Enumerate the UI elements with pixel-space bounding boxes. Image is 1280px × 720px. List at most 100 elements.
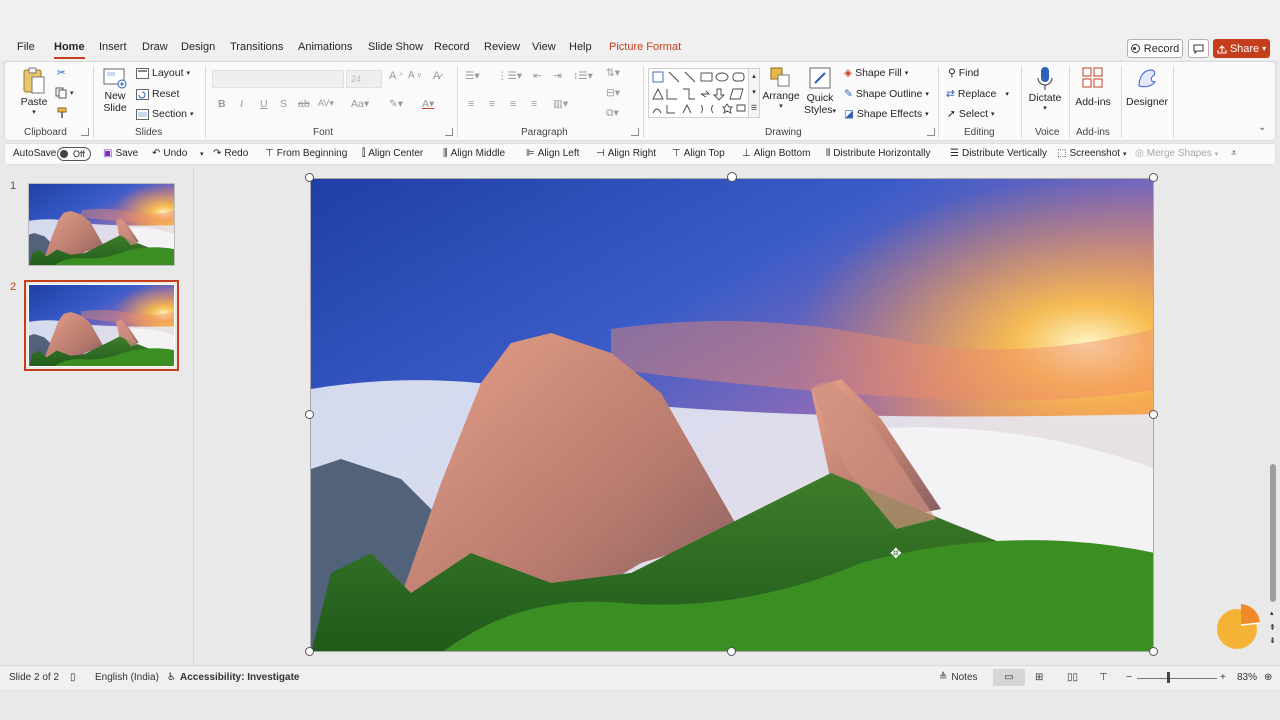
resize-handle-left[interactable] <box>305 410 314 419</box>
bold-button[interactable]: B <box>218 98 226 110</box>
arrange-button[interactable]: Arrange ▾ <box>762 66 800 110</box>
italic-button[interactable]: I <box>240 98 243 110</box>
format-painter-button[interactable] <box>56 107 68 119</box>
numbering-icon[interactable]: ⋮☰▾ <box>497 70 522 82</box>
accessibility-button[interactable]: ♿ Accessibility: Investigate <box>167 672 299 683</box>
copy-button[interactable]: ▾ <box>55 87 74 99</box>
highlight-icon[interactable]: ✎▾ <box>389 98 403 110</box>
fit-slide-icon[interactable]: ⊕ <box>1264 672 1272 683</box>
spelling-icon[interactable]: ▯ <box>70 672 76 683</box>
zoom-slider-thumb[interactable] <box>1167 672 1170 683</box>
slideshow-view-button[interactable]: ⊤ <box>1099 672 1108 683</box>
increase-indent-icon[interactable]: ⇥ <box>553 70 562 82</box>
zoom-out-button[interactable]: − <box>1126 672 1132 683</box>
tab-file[interactable]: File <box>17 41 35 53</box>
tab-review[interactable]: Review <box>484 41 520 53</box>
tab-home[interactable]: Home <box>54 41 85 59</box>
resize-handle-top-left[interactable] <box>305 173 314 182</box>
redo-button[interactable]: ↷ Redo <box>213 148 248 159</box>
scrollbar-thumb[interactable] <box>1270 464 1276 602</box>
resize-handle-bottom-right[interactable] <box>1149 647 1158 656</box>
font-size-combo[interactable]: 24 <box>346 70 382 88</box>
align-top-button[interactable]: ⊤ Align Top <box>672 148 725 159</box>
from-beginning-button[interactable]: ⊤ From Beginning <box>265 148 347 159</box>
normal-view-button[interactable]: ▭ <box>993 669 1025 686</box>
layout-button[interactable]: Layout ▾ <box>136 67 190 79</box>
tab-help[interactable]: Help <box>569 41 592 53</box>
underline-button[interactable]: U <box>260 98 268 110</box>
font-family-combo[interactable] <box>212 70 344 88</box>
decrease-indent-icon[interactable]: ⇤ <box>533 70 542 82</box>
align-center-button[interactable]: ⫿ Align Center <box>362 148 423 159</box>
zoom-level[interactable]: 83% <box>1237 672 1257 683</box>
slide-sorter-button[interactable]: ⊞ <box>1035 672 1043 683</box>
designer-button[interactable]: Designer <box>1125 66 1169 108</box>
line-spacing-icon[interactable]: ↕☰▾ <box>573 70 593 82</box>
section-button[interactable]: Section ▾ <box>136 108 194 120</box>
tab-design[interactable]: Design <box>181 41 215 53</box>
add-ins-button[interactable]: Add-ins <box>1072 66 1114 108</box>
char-spacing-button[interactable]: AV▾ <box>318 98 334 109</box>
tab-slide-show[interactable]: Slide Show <box>368 41 423 53</box>
distribute-vertically-button[interactable]: ☰ Distribute Vertically <box>950 148 1047 159</box>
font-color-button[interactable]: A▾ <box>422 98 434 110</box>
undo-dropdown[interactable]: ▾ <box>200 150 204 158</box>
tab-record[interactable]: Record <box>434 41 469 53</box>
collapse-ribbon-icon[interactable]: ⌄ <box>1258 122 1266 133</box>
next-slide-icon[interactable]: ⇟ <box>1269 636 1276 645</box>
tab-draw[interactable]: Draw <box>142 41 168 53</box>
undo-button[interactable]: ↶ Undo <box>152 148 187 159</box>
clipboard-launcher[interactable] <box>81 128 89 136</box>
bullets-icon[interactable]: ☰▾ <box>465 70 480 82</box>
dictate-button[interactable]: Dictate ▾ <box>1026 66 1064 112</box>
change-case-button[interactable]: Aa▾ <box>351 98 369 110</box>
clear-formatting-icon[interactable]: A̷ <box>433 70 440 82</box>
scroll-up-icon[interactable]: ▴ <box>1270 609 1274 617</box>
autosave-toggle[interactable]: Off <box>57 147 91 161</box>
drawing-launcher[interactable] <box>927 128 935 136</box>
customize-qat-icon[interactable]: ⩡ <box>1231 148 1237 159</box>
smartart-icon[interactable]: ⧉▾ <box>606 107 619 120</box>
text-direction-icon[interactable]: ⇅▾ <box>606 67 620 79</box>
zoom-in-button[interactable]: + <box>1220 672 1226 683</box>
align-right-button[interactable]: ⊣ Align Right <box>596 148 656 159</box>
previous-slide-icon[interactable]: ⇞ <box>1269 623 1276 632</box>
comments-button[interactable] <box>1188 39 1209 58</box>
rotate-handle[interactable] <box>727 172 737 182</box>
shape-fill-button[interactable]: ◈ Shape Fill ▾ <box>844 67 908 79</box>
shapes-gallery-scroll[interactable]: ▴ ▾ ☰ <box>748 68 760 118</box>
paragraph-launcher[interactable] <box>631 128 639 136</box>
share-button[interactable]: Share ▾ <box>1213 39 1270 58</box>
notes-button[interactable]: ≜ Notes <box>939 672 978 683</box>
justify-icon[interactable]: ≡ <box>531 98 537 110</box>
shape-effects-button[interactable]: ◪ Shape Effects ▾ <box>844 108 929 120</box>
slide-thumbnail-1[interactable] <box>28 183 175 266</box>
tab-insert[interactable]: Insert <box>99 41 127 53</box>
mountain-picture[interactable] <box>310 178 1154 652</box>
merge-shapes-button[interactable]: ◎ Merge Shapes ▾ <box>1135 148 1218 159</box>
tab-picture-format[interactable]: Picture Format <box>609 41 681 53</box>
align-right-text-icon[interactable]: ≡ <box>510 98 516 110</box>
align-left-button[interactable]: ⊫ Align Left <box>526 148 579 159</box>
resize-handle-bottom[interactable] <box>727 647 736 656</box>
align-middle-button[interactable]: ⫼ Align Middle <box>443 148 505 159</box>
new-slide-button[interactable]: New Slide <box>98 66 132 114</box>
replace-button[interactable]: ⇄ Replace ▾ <box>946 88 1009 100</box>
select-button[interactable]: ➚ Select ▾ <box>947 108 995 120</box>
columns-icon[interactable]: ▥▾ <box>553 98 568 110</box>
vertical-scrollbar[interactable]: ▴ ⇞ ⇟ <box>1267 168 1280 665</box>
shapes-gallery[interactable] <box>648 68 760 118</box>
shadow-button[interactable]: S <box>280 98 287 110</box>
resize-handle-right[interactable] <box>1149 410 1158 419</box>
tab-view[interactable]: View <box>532 41 556 53</box>
find-button[interactable]: ⚲ Find <box>948 67 979 79</box>
center-text-icon[interactable]: ≡ <box>489 98 495 110</box>
slide-thumbnail-2[interactable] <box>24 280 179 371</box>
shape-outline-button[interactable]: ✎ Shape Outline ▾ <box>844 88 929 100</box>
screenshot-button[interactable]: ⬚ Screenshot ▾ <box>1057 148 1127 159</box>
shrink-font-button[interactable]: Av <box>408 70 421 81</box>
save-button[interactable]: ▣ Save <box>103 148 138 159</box>
reading-view-button[interactable]: ▯▯ <box>1067 672 1078 683</box>
paste-button[interactable]: Paste ▾ <box>19 66 49 116</box>
reset-button[interactable]: Reset <box>136 88 179 100</box>
